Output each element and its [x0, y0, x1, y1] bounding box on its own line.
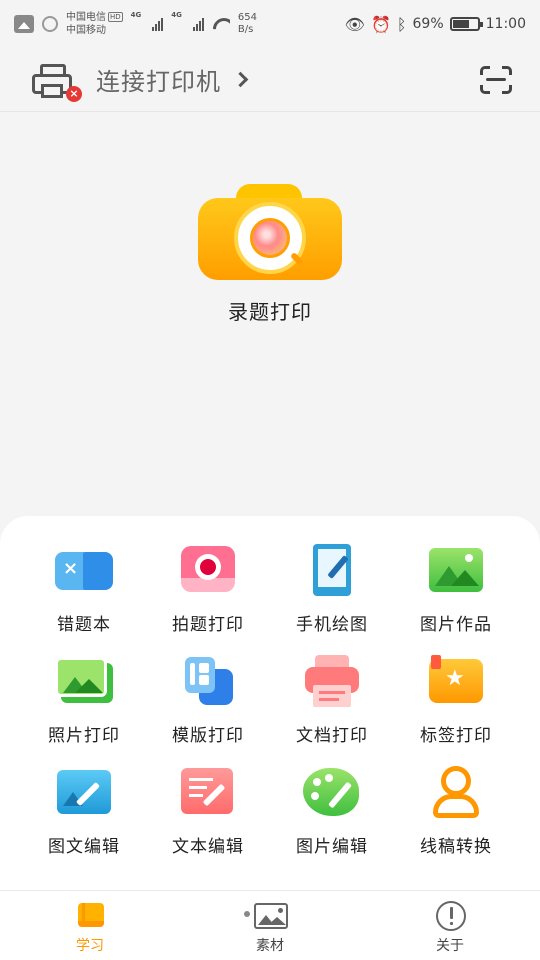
- feature-image-text-edit[interactable]: 图文编辑: [22, 766, 146, 877]
- network-type-2: 4G: [171, 11, 182, 19]
- feature-label: 拍题打印: [172, 615, 244, 635]
- feature-photo-question-print[interactable]: 拍题打印: [146, 544, 270, 655]
- tablet-drawing-icon: [301, 544, 363, 598]
- photo-question-print-icon: [177, 544, 239, 598]
- feature-picture-works[interactable]: 图片作品: [394, 544, 518, 655]
- template-print-icon: [177, 655, 239, 709]
- tab-about[interactable]: 关于: [360, 891, 540, 960]
- tab-materials[interactable]: 素材: [180, 891, 360, 960]
- label-print-icon: ★: [425, 655, 487, 709]
- text-edit-icon: [177, 766, 239, 820]
- record-question-print-label: 录题打印: [228, 300, 312, 324]
- battery-icon: [449, 17, 483, 31]
- bluetooth-icon: ᛒ: [396, 14, 407, 34]
- eye-icon: 👁: [344, 14, 365, 34]
- tab-label: 学习: [76, 938, 104, 954]
- feature-label: 图片作品: [420, 615, 492, 635]
- wifi-icon: [212, 17, 230, 31]
- picture-works-icon: [425, 544, 487, 598]
- speed-unit: B/s: [237, 24, 254, 35]
- feature-tablet-drawing[interactable]: 手机绘图: [270, 544, 394, 655]
- signal-icon: [152, 17, 164, 31]
- feature-image-edit[interactable]: 图片编辑: [270, 766, 394, 877]
- feature-label: 线稿转换: [420, 837, 492, 857]
- gallery-notification-icon: [14, 15, 34, 33]
- bottom-tab-bar: 学习 素材 关于: [0, 890, 540, 960]
- line-art-convert-icon: [425, 766, 487, 820]
- photo-print-icon: [53, 655, 115, 709]
- image-text-edit-icon: [53, 766, 115, 820]
- battery-percent: 69%: [412, 16, 444, 32]
- feature-label: 文档打印: [296, 726, 368, 746]
- carrier-2: 中国移动: [66, 25, 106, 36]
- feature-template-print[interactable]: 模版打印: [146, 655, 270, 766]
- feature-label: 图文编辑: [48, 837, 120, 857]
- tab-label: 关于: [436, 938, 464, 954]
- clock-time: 11:00: [485, 16, 526, 32]
- info-icon: [434, 901, 466, 931]
- chevron-right-icon[interactable]: [232, 71, 249, 88]
- connect-printer-link[interactable]: 连接打印机: [96, 62, 221, 97]
- status-bar: 中国电信 HD 中国移动 4G 4G 654 B/s 👁 ⏰ ᛒ 69% 11:0…: [0, 0, 540, 48]
- feature-photo-print[interactable]: 照片打印: [22, 655, 146, 766]
- feature-grid: × 错题本 拍题打印 手机绘图 图片作品 照片打印 模版打印 文档打印 ★ 标签…: [22, 544, 518, 877]
- feature-panel: × 错题本 拍题打印 手机绘图 图片作品 照片打印 模版打印 文档打印 ★ 标签…: [0, 516, 540, 890]
- status-left: 中国电信 HD 中国移动 4G 4G 654 B/s: [14, 11, 257, 37]
- clock-notification-icon: [42, 16, 58, 32]
- alarm-icon: ⏰: [370, 14, 391, 34]
- camera-search-icon[interactable]: [198, 180, 342, 282]
- network-type-1: 4G: [130, 11, 142, 19]
- image-icon: [244, 901, 288, 931]
- feature-label: 错题本: [57, 615, 111, 635]
- record-question-print[interactable]: 录题打印: [0, 180, 540, 325]
- hd-badge: HD: [108, 12, 123, 22]
- feature-error-book[interactable]: × 错题本: [22, 544, 146, 655]
- top-bar: × 连接打印机: [0, 48, 540, 112]
- book-icon: [74, 901, 106, 931]
- feature-line-art-convert[interactable]: 线稿转换: [394, 766, 518, 877]
- feature-label: 手机绘图: [296, 615, 368, 635]
- speed-value: 654: [237, 12, 257, 23]
- feature-label: 模版打印: [172, 726, 244, 746]
- carrier-info: 中国电信 HD 中国移动: [66, 11, 123, 37]
- scan-icon[interactable]: [480, 65, 512, 94]
- palette-icon: [301, 766, 363, 820]
- tab-study[interactable]: 学习: [0, 891, 180, 960]
- feature-label: 文本编辑: [172, 837, 244, 857]
- printer-disconnected-icon[interactable]: ×: [28, 58, 82, 102]
- carrier-1: 中国电信: [66, 12, 106, 23]
- feature-text-edit[interactable]: 文本编辑: [146, 766, 270, 877]
- feature-label: 标签打印: [420, 726, 492, 746]
- feature-label: 图片编辑: [296, 837, 368, 857]
- error-book-icon: ×: [53, 544, 115, 598]
- feature-document-print[interactable]: 文档打印: [270, 655, 394, 766]
- signal-icon-2: [192, 17, 204, 31]
- feature-label: 照片打印: [48, 726, 120, 746]
- network-speed: 654 B/s: [238, 12, 257, 36]
- feature-label-print[interactable]: ★ 标签打印: [394, 655, 518, 766]
- tab-label: 素材: [256, 938, 284, 954]
- status-right: 👁 ⏰ ᛒ 69% 11:00: [345, 15, 526, 34]
- document-print-icon: [301, 655, 363, 709]
